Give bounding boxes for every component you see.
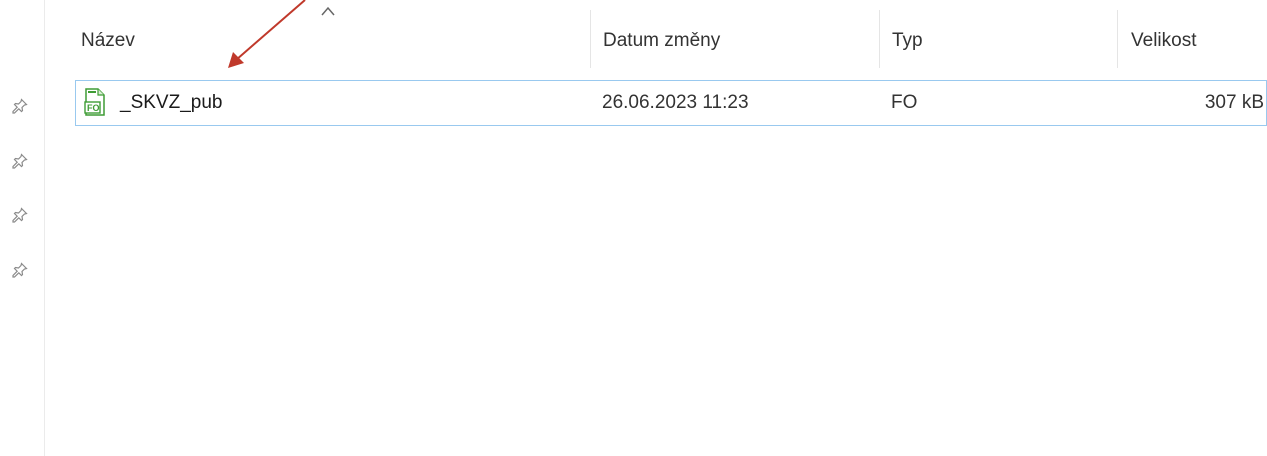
pin-icon[interactable] [12,207,28,223]
navigation-pane-strip [0,0,45,456]
column-header-date[interactable]: Datum změny [603,30,720,52]
svg-text:FO: FO [87,103,100,113]
column-divider[interactable] [590,10,591,68]
pin-icon[interactable] [12,98,28,114]
file-date-modified: 26.06.2023 11:23 [602,92,749,113]
column-divider[interactable] [1117,10,1118,68]
column-header-type[interactable]: Typ [892,30,923,52]
column-header-row: Název Datum změny Typ Velikost [44,0,1267,80]
file-explorer-list-view: Název Datum změny Typ Velikost FO _SKVZ_… [0,0,1267,456]
file-name[interactable]: _SKVZ_pub [120,92,222,114]
column-header-name[interactable]: Název [81,30,135,52]
file-row[interactable]: FO _SKVZ_pub 26.06.2023 11:23 FO 307 kB [75,80,1267,126]
pin-icon[interactable] [12,153,28,169]
pin-icon[interactable] [12,262,28,278]
fo-file-icon: FO [84,88,106,116]
file-size: 307 kB [1204,92,1264,113]
file-type: FO [891,92,918,113]
sort-ascending-icon [320,4,336,22]
column-divider[interactable] [879,10,880,68]
column-header-size[interactable]: Velikost [1131,30,1196,52]
